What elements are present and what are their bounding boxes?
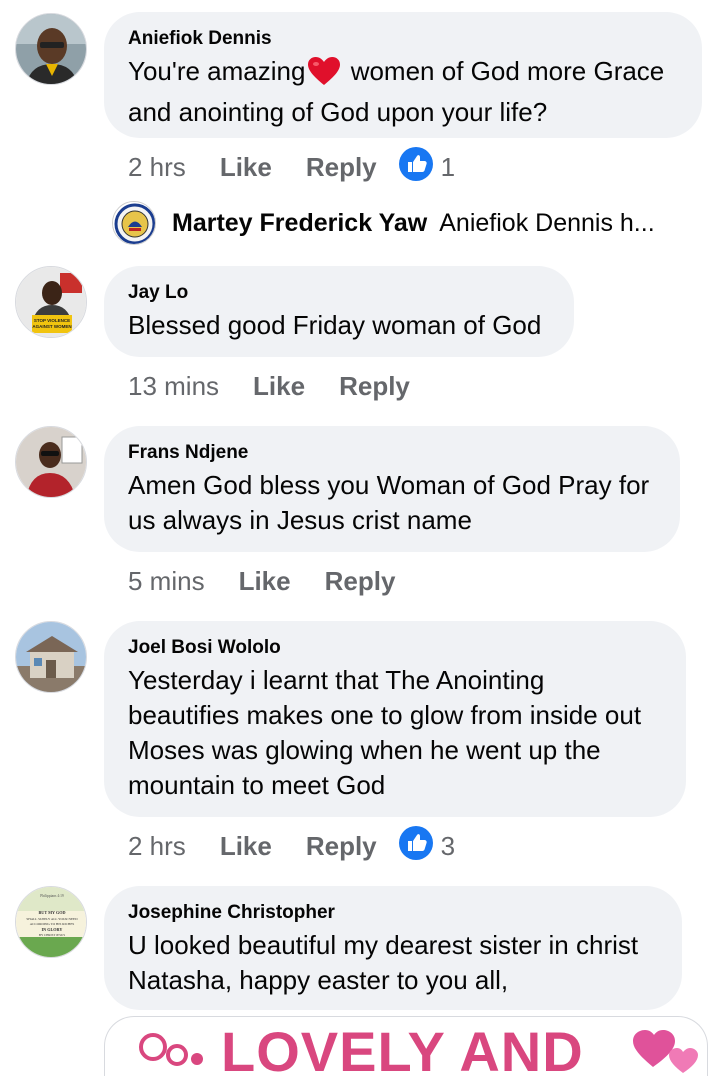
- avatar-caption: IN GLORY: [42, 927, 63, 932]
- comment-author[interactable]: Jay Lo: [128, 281, 550, 305]
- comment-bubble: Frans Ndjene Amen God bless you Woman of…: [104, 426, 680, 552]
- avatar[interactable]: [15, 13, 87, 85]
- reaction-count: 3: [440, 830, 456, 861]
- comment-actions: 2 hrs Like Reply 3: [128, 825, 455, 863]
- reply-button[interactable]: Reply: [325, 566, 396, 597]
- like-button[interactable]: Like: [220, 152, 272, 183]
- reaction-summary[interactable]: 1: [398, 146, 456, 188]
- like-button[interactable]: Like: [220, 831, 272, 862]
- comment-bubble: Jay Lo Blessed good Friday woman of God: [104, 266, 574, 357]
- avatar[interactable]: Philippians 4:19 BUT MY GOD SHALL SUPPLY…: [15, 886, 87, 958]
- comment-bubble: Aniefiok Dennis You're amazing women of …: [104, 12, 702, 138]
- comment-text: U looked beautiful my dearest sister in …: [128, 930, 639, 995]
- image-caption: LOVELY AND: [221, 1020, 584, 1076]
- comment-text: Blessed good Friday woman of God: [128, 310, 542, 340]
- comment-author[interactable]: Josephine Christopher: [128, 901, 658, 925]
- reply-button[interactable]: Reply: [306, 831, 377, 862]
- comment-author[interactable]: Frans Ndjene: [128, 441, 656, 465]
- avatar-caption: Philippians 4:19: [40, 894, 64, 898]
- comment-actions: 5 mins Like Reply: [128, 564, 395, 598]
- comment-time[interactable]: 2 hrs: [128, 831, 186, 862]
- red-heart-icon: [307, 56, 341, 95]
- comment-text: Amen God bless you Woman of God Pray for…: [128, 470, 650, 535]
- comment-time[interactable]: 13 mins: [128, 371, 219, 402]
- comment-text-part: You're amazing: [128, 56, 306, 86]
- like-button[interactable]: Like: [253, 371, 305, 402]
- reaction-count: 1: [440, 151, 456, 182]
- avatar-caption: BY CHRIST JESUS: [39, 933, 65, 937]
- comment-author[interactable]: Aniefiok Dennis: [128, 27, 678, 51]
- comment-author[interactable]: Joel Bosi Wololo: [128, 636, 662, 660]
- avatar[interactable]: [15, 426, 87, 498]
- reply-preview[interactable]: Martey Frederick Yaw Aniefiok Dennis h..…: [112, 200, 655, 246]
- reaction-summary[interactable]: 3: [398, 825, 456, 867]
- comment-text: Yesterday i learnt that The Anointing be…: [128, 665, 642, 800]
- avatar-caption: AGAINST WOMEN: [32, 324, 71, 329]
- comment-image[interactable]: LOVELY AND: [104, 1016, 708, 1076]
- comment-actions: 13 mins Like Reply: [128, 369, 410, 403]
- avatar[interactable]: [15, 621, 87, 693]
- comment-time[interactable]: 5 mins: [128, 566, 205, 597]
- like-button[interactable]: Like: [239, 566, 291, 597]
- comment-actions: 2 hrs Like Reply 1: [128, 146, 455, 184]
- avatar[interactable]: [112, 201, 156, 245]
- thumbs-up-icon: [398, 146, 433, 188]
- comment-bubble: Joel Bosi Wololo Yesterday i learnt that…: [104, 621, 686, 817]
- avatar[interactable]: STOP VIOLENCE AGAINST WOMEN: [15, 266, 87, 338]
- thumbs-up-icon: [398, 825, 433, 867]
- comment-bubble: Josephine Christopher U looked beautiful…: [104, 886, 682, 1010]
- avatar-caption: STOP VIOLENCE: [34, 318, 70, 323]
- reply-text: Aniefiok Dennis h...: [439, 208, 655, 237]
- reply-button[interactable]: Reply: [306, 152, 377, 183]
- avatar-caption: ACCORDING TO HIS RICHES: [30, 922, 75, 926]
- reply-button[interactable]: Reply: [339, 371, 410, 402]
- comment-text: You're amazing women of God more Grace a…: [128, 54, 678, 130]
- reply-author[interactable]: Martey Frederick Yaw: [172, 209, 427, 238]
- avatar-caption: BUT MY GOD: [39, 910, 66, 915]
- comment-time[interactable]: 2 hrs: [128, 152, 186, 183]
- avatar-caption: SHALL SUPPLY ALL YOUR NEED: [26, 917, 78, 921]
